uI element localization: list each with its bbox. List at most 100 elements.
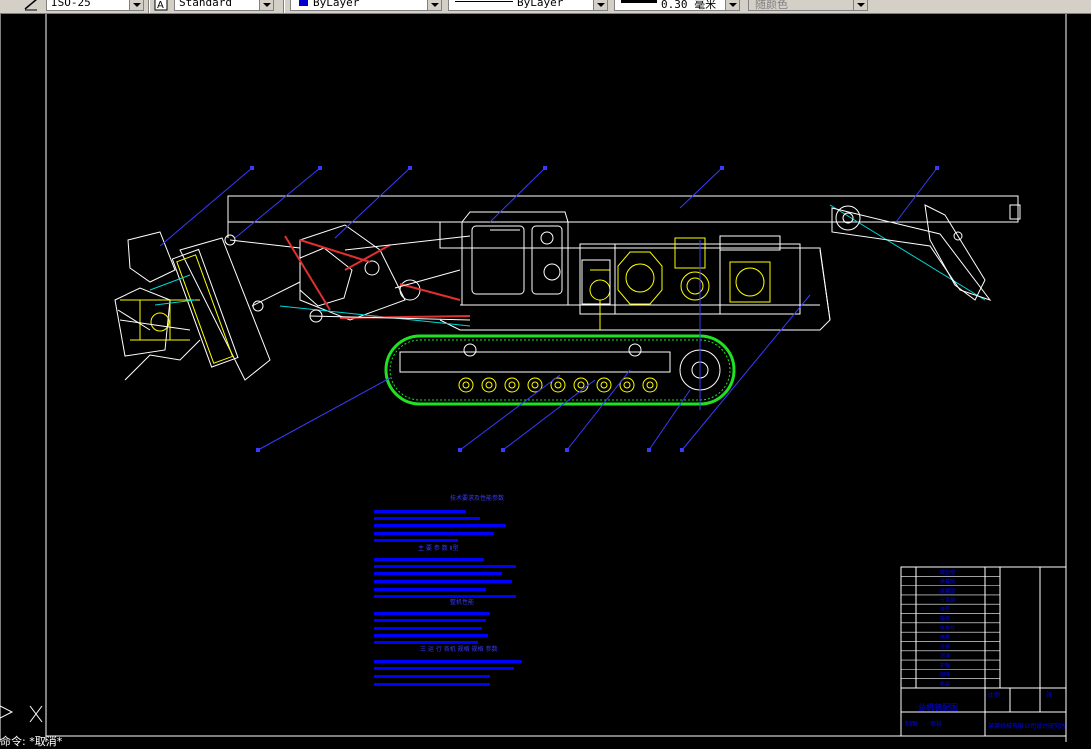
dimstyle-value: ISO-25: [51, 0, 91, 9]
notes-line: [374, 524, 506, 527]
power-unit-outline: [581, 235, 781, 305]
dimension-style-icon[interactable]: [24, 0, 38, 11]
textstyle-dropdown[interactable]: Standard: [174, 0, 274, 11]
track-roller: [596, 377, 612, 393]
title-block-part-name: 附件: [940, 671, 950, 678]
track-roller: [504, 377, 520, 393]
title-block-part-name: 喷雾: [940, 634, 950, 641]
notes-title: 技术要求及性能参数: [450, 494, 504, 502]
title-block-part-name: 机架: [940, 681, 950, 688]
scale-label: 比例: [988, 691, 1000, 699]
lineweight-sample-icon: [621, 0, 657, 3]
color-dropdown[interactable]: ByLayer: [290, 0, 442, 11]
track-roller-hub: [508, 381, 516, 389]
linetype-dropdown[interactable]: ByLayer: [448, 0, 608, 11]
properties-toolbar: ISO-25 A Standard ByLayer ByLayer 0.30 毫…: [0, 0, 1091, 14]
notes-subtitle-2: 整机性能: [450, 598, 474, 606]
track-roller-hub: [646, 381, 654, 389]
leader-marker: [318, 166, 322, 170]
track-roller: [481, 377, 497, 393]
notes-line: [374, 588, 486, 591]
chevron-down-icon[interactable]: [853, 0, 867, 10]
title-block-part-name: 护板: [940, 662, 950, 669]
leader-marker: [565, 448, 569, 452]
notes-line: [374, 580, 512, 583]
chevron-down-icon[interactable]: [593, 0, 607, 10]
leader-lines: [159, 167, 938, 451]
linetype-sample-icon: [455, 1, 513, 2]
notes-line: [374, 641, 478, 644]
notes-line: [374, 634, 488, 637]
technical-notes: [374, 510, 522, 686]
track-rollers: [458, 377, 658, 393]
command-line[interactable]: 命令: *取消*: [0, 733, 62, 749]
drawing-canvas[interactable]: 技术要求及性能参数 主 要 参 数 Ⅱ型 整机性能 三 运 行 各机 规格 规格…: [0, 14, 1091, 742]
svg-text:A: A: [157, 0, 164, 11]
toolbar-separator: [148, 0, 150, 13]
track-roller-hub: [531, 381, 539, 389]
track-roller-hub: [554, 381, 562, 389]
leader-marker: [647, 448, 651, 452]
leader-marker: [680, 448, 684, 452]
crawler-track: [384, 334, 736, 406]
track-roller-hub: [623, 381, 631, 389]
notes-line: [374, 595, 516, 598]
leader-marker: [935, 166, 939, 170]
text-style-icon[interactable]: A: [154, 0, 168, 11]
color-swatch-icon: [299, 0, 308, 6]
notes-line: [374, 558, 484, 561]
title-block-part-name: 运输部: [940, 587, 955, 594]
conveyor-tail: [831, 204, 992, 301]
track-roller: [642, 377, 658, 393]
notes-line: [374, 532, 494, 535]
sheet-label: 张: [1046, 691, 1052, 699]
drawing-name: 总机装配图: [918, 702, 958, 712]
leader-marker: [458, 448, 462, 452]
notes-line: [374, 517, 480, 520]
notes-line: [374, 565, 516, 568]
plotstyle-value: 随颜色: [755, 0, 788, 11]
notes-line: [374, 667, 514, 670]
notes-subtitle-1: 主 要 参 数 Ⅱ型: [418, 544, 459, 552]
dimstyle-dropdown[interactable]: ISO-25: [46, 0, 144, 11]
color-value: ByLayer: [313, 0, 360, 9]
leader-marker: [543, 166, 547, 170]
title-block-part-name: 冷却: [940, 643, 950, 650]
linkage-arms: [224, 234, 471, 323]
chevron-down-icon[interactable]: [725, 0, 739, 10]
chevron-down-icon[interactable]: [427, 0, 441, 10]
track-roller-hub: [577, 381, 585, 389]
toolbar-separator: [283, 0, 285, 13]
chevron-down-icon[interactable]: [129, 0, 143, 10]
cutter-picks: [114, 231, 201, 381]
linetype-value: ByLayer: [517, 0, 564, 9]
drawn-label: 制图: [905, 720, 917, 728]
lineweight-value: 0.30 毫米: [661, 0, 717, 11]
lineweight-dropdown[interactable]: 0.30 毫米: [614, 0, 740, 11]
track-roller-hub: [462, 381, 470, 389]
notes-line: [374, 683, 490, 686]
company-name: 某某机械有限公司设计研究所: [988, 722, 1066, 730]
notes-line: [374, 675, 490, 678]
notes-line: [374, 612, 490, 615]
checked-label: 审核: [930, 720, 942, 728]
plotstyle-dropdown[interactable]: 随颜色: [748, 0, 868, 11]
leader-marker: [256, 448, 260, 452]
operator-cab: [461, 211, 569, 306]
title-block-part-name: 行走部: [940, 597, 955, 604]
notes-line: [374, 539, 458, 542]
notes-line: [374, 660, 522, 663]
leader-marker: [501, 448, 505, 452]
track-roller-hub: [600, 381, 608, 389]
track-roller-hub: [485, 381, 493, 389]
power-unit: [589, 237, 771, 330]
notes-line: [374, 619, 486, 622]
title-block-part-name: 装载部: [940, 578, 955, 585]
notes-line: [374, 510, 466, 513]
notes-subtitle-3: 三 运 行 各机 规格 规格 参数: [420, 645, 497, 653]
chevron-down-icon[interactable]: [259, 0, 273, 10]
notes-line: [374, 627, 482, 630]
title-block-part-name: 截割部: [940, 569, 955, 576]
track-roller: [458, 377, 474, 393]
machine-frame: [227, 195, 1021, 331]
